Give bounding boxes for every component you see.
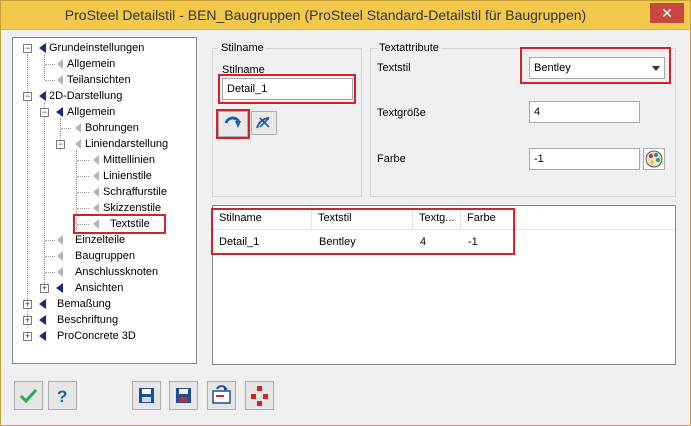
tree-item-einzelteile[interactable]: Einzelteile [13,232,196,248]
tree-label: 2D-Darstellung [49,90,123,102]
list-highlight [211,208,515,255]
tree-label: Beschriftung [57,314,119,326]
textgroesse-label: Textgröße [377,107,426,119]
load-button[interactable] [207,381,236,410]
expand-icon[interactable]: + [23,300,32,309]
leaf-icon [93,203,99,213]
textstil-label: Textstil [377,62,411,74]
tree-label: Teilansichten [67,74,131,86]
apply-highlight [216,109,250,139]
tree-label: Baugruppen [75,250,135,262]
tree-label: Allgemein [67,106,116,118]
tree-label: Mittellinien [103,154,155,166]
floppy-disk-icon [139,388,154,403]
tree-item-linienstile[interactable]: Linienstile [13,168,196,184]
folder-icon [39,299,46,309]
open-file-icon [212,385,231,404]
help-icon: ? [57,387,67,406]
collapse-icon[interactable]: − [40,108,49,117]
leaf-icon [57,235,63,245]
leaf-icon [57,251,63,261]
tree-item-proconcrete[interactable]: + ProConcrete 3D [13,328,196,344]
expand-icon[interactable]: + [23,316,32,325]
textstil-highlight [520,47,671,84]
tree-label: Anschlussknoten [75,266,159,278]
tree-label: Ansichten [75,282,124,294]
folder-icon [39,315,46,325]
structure-button[interactable] [245,381,274,410]
expand-icon[interactable]: + [23,332,32,341]
collapse-icon[interactable]: − [23,92,32,101]
checkmark-icon [19,388,38,404]
tree-label: Schraffurstile [103,186,167,198]
leaf-icon [75,123,81,133]
tree-label: Bohrungen [85,122,139,134]
folder-icon [39,43,46,53]
tree-label: Bemaßung [57,298,111,310]
tree-item-anschlussknoten[interactable]: Anschlussknoten [13,264,196,280]
save-as-button[interactable] [169,381,198,410]
folder-icon [39,91,46,101]
svg-text:?: ? [57,387,67,406]
style-list[interactable]: Stilname Textstil Textg... Farbe Detail_… [211,205,676,365]
folder-icon [56,107,63,117]
tree-label: Grundeinstellungen [49,42,145,54]
tree-label: ProConcrete 3D [57,330,136,342]
leaf-icon [93,155,99,165]
leaf-icon [93,171,99,181]
tree-item-2d-darstellung[interactable]: − 2D-Darstellung [13,88,196,104]
group-title: Textattribute [377,42,441,54]
hierarchy-icon [251,386,268,406]
tree-item-grundeinstellungen[interactable]: − Grundeinstellungen [13,40,196,56]
tree-item-mittellinien[interactable]: Mittellinien [13,152,196,168]
settings-tree[interactable]: − Grundeinstellungen Allgemein Teilansic… [12,37,197,364]
tree-item-allgemein-2d[interactable]: − Allgemein [13,104,196,120]
tree-item-liniendarstellung[interactable]: − Liniendarstellung [13,136,196,152]
tree-item-ansichten[interactable]: + Ansichten [13,280,196,296]
tree-item-teilansichten[interactable]: Teilansichten [13,72,196,88]
palette-icon [645,150,663,168]
leaf-icon [57,59,63,69]
close-button[interactable]: ✕ [650,3,684,23]
selected-item-highlight [73,214,166,234]
leaf-icon [57,267,63,277]
tree-item-beschriftung[interactable]: + Beschriftung [13,312,196,328]
help-button[interactable]: ? [48,381,77,410]
collapse-icon[interactable]: − [56,140,65,149]
tree-label: Einzelteile [75,234,126,246]
tree-item-baugruppen[interactable]: Baugruppen [13,248,196,264]
dialog-window: ProSteel Detailstil - BEN_Baugruppen (Pr… [0,0,691,426]
folder-icon [39,331,46,341]
color-picker-button[interactable] [643,148,665,170]
expand-icon[interactable]: + [40,284,49,293]
floppy-disk-red-icon [176,388,191,403]
tree-label: Liniendarstellung [85,138,169,150]
group-title: Stilname [219,42,266,54]
leaf-icon [93,187,99,197]
farbe-label: Farbe [377,153,406,165]
delete-arrow-icon [256,117,270,129]
delete-button[interactable] [251,111,277,135]
collapse-icon[interactable]: − [23,44,32,53]
save-button[interactable] [132,381,161,410]
tree-item-bemassung[interactable]: + Bemaßung [13,296,196,312]
leaf-icon [75,139,81,149]
window-title: ProSteel Detailstil - BEN_Baugruppen (Pr… [64,7,587,23]
tree-item-schraffurstile[interactable]: Schraffurstile [13,184,196,200]
ok-button[interactable] [14,381,43,410]
tree-item-bohrungen[interactable]: Bohrungen [13,120,196,136]
tree-label: Linienstile [103,170,152,182]
tree-item-allgemein[interactable]: Allgemein [13,56,196,72]
folder-icon [56,283,63,293]
tree-label: Allgemein [67,58,116,70]
textgroesse-input[interactable]: 4 [529,101,640,123]
leaf-icon [57,75,63,85]
stilname-highlight [218,74,356,104]
title-bar: ProSteel Detailstil - BEN_Baugruppen (Pr… [1,1,690,30]
farbe-input[interactable]: -1 [529,148,640,170]
